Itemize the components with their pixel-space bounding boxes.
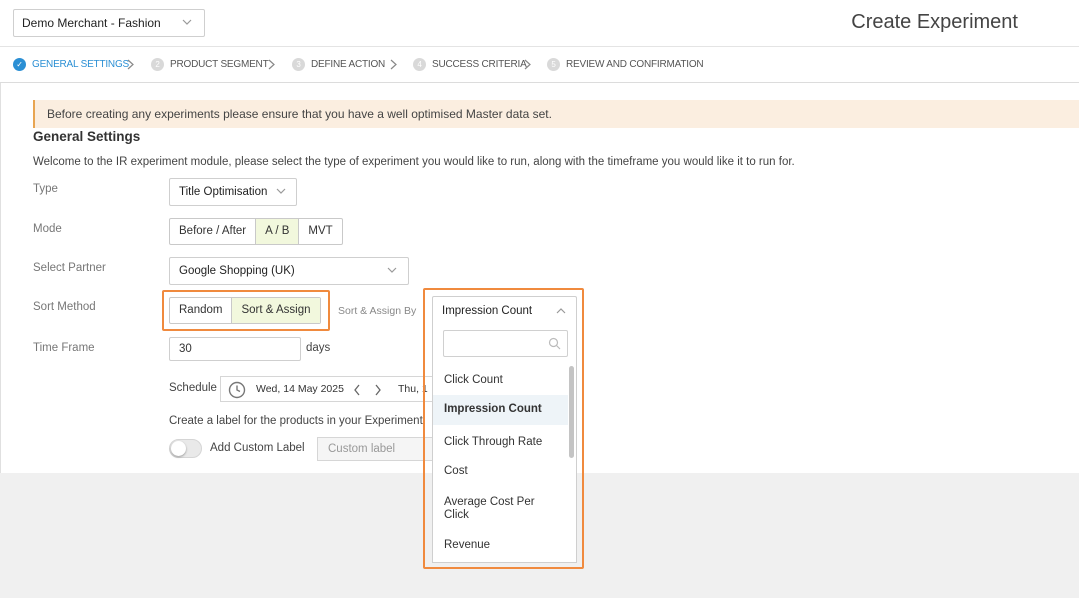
sort-random-button[interactable]: Random (170, 298, 233, 323)
dropdown-option-click-through-rate[interactable]: Click Through Rate (433, 436, 568, 449)
custom-label-toggle-label: Add Custom Label (210, 442, 305, 454)
time-frame-label: Time Frame (33, 342, 95, 354)
time-frame-input[interactable]: 30 (169, 337, 301, 361)
clock-icon (228, 381, 246, 399)
step-define-action[interactable]: 3 DEFINE ACTION (292, 58, 385, 71)
chevron-down-icon (276, 188, 286, 194)
type-select-value: Title Optimisation (179, 186, 268, 198)
partner-label: Select Partner (33, 262, 106, 274)
chevron-down-icon (387, 267, 397, 273)
step-label: PRODUCT SEGMENT (170, 59, 269, 70)
dropdown-scrollbar[interactable] (569, 366, 574, 458)
chevron-right-icon (127, 59, 134, 70)
search-icon (548, 337, 561, 350)
dropdown-search-input[interactable] (443, 330, 568, 357)
mode-mvt-button[interactable]: MVT (299, 219, 341, 244)
mode-label: Mode (33, 223, 62, 235)
section-title: General Settings (33, 129, 141, 144)
time-frame-unit: days (306, 342, 331, 354)
check-icon: ✓ (13, 58, 26, 71)
step-number: 2 (151, 58, 164, 71)
type-label: Type (33, 183, 58, 195)
custom-label-input[interactable]: Custom label (317, 437, 437, 461)
schedule-label: Schedule (169, 382, 217, 394)
custom-label-toggle[interactable] (169, 439, 202, 458)
notice-banner: Before creating any experiments please e… (33, 100, 1079, 128)
sort-method-button-group: Random Sort & Assign (169, 297, 321, 324)
step-general-settings[interactable]: ✓ GENERAL SETTINGS (13, 58, 129, 71)
step-label: GENERAL SETTINGS (32, 59, 130, 70)
mode-button-group: Before / After A / B MVT (169, 218, 343, 245)
step-review-confirmation[interactable]: 5 REVIEW AND CONFIRMATION (547, 58, 704, 71)
dropdown-option-revenue[interactable]: Revenue (433, 539, 568, 552)
top-bar: Demo Merchant - Fashion Create Experimen… (0, 0, 1079, 47)
chevron-right-icon (524, 59, 531, 70)
sort-assign-by-dropdown: Click Count Impression Count Click Throu… (432, 324, 577, 563)
merchant-select[interactable]: Demo Merchant - Fashion (13, 9, 205, 37)
section-intro: Welcome to the IR experiment module, ple… (33, 156, 795, 168)
page-title: Create Experiment (851, 11, 1018, 33)
step-label: SUCCESS CRITERIA (432, 59, 527, 70)
step-success-criteria[interactable]: 4 SUCCESS CRITERIA (413, 58, 527, 71)
custom-label-intro: Create a label for the products in your … (169, 415, 426, 427)
chevron-down-icon (182, 19, 192, 25)
sort-and-assign-button[interactable]: Sort & Assign (232, 298, 320, 323)
mode-ab-button[interactable]: A / B (256, 219, 300, 244)
dropdown-option-impression-count[interactable]: Impression Count (433, 395, 568, 425)
mode-before-after-button[interactable]: Before / After (170, 219, 257, 244)
dropdown-option-average-cost-per-click[interactable]: Average Cost Per Click (433, 496, 543, 522)
step-number: 5 (547, 58, 560, 71)
step-number: 3 (292, 58, 305, 71)
step-label: DEFINE ACTION (311, 59, 386, 70)
dropdown-option-click-count[interactable]: Click Count (433, 374, 568, 387)
toggle-knob (171, 441, 186, 456)
partner-select[interactable]: Google Shopping (UK) (169, 257, 409, 285)
dropdown-option-cost[interactable]: Cost (433, 465, 568, 478)
schedule-date-range[interactable]: Wed, 14 May 2025 Thu, 1 (220, 376, 432, 402)
partner-select-value: Google Shopping (UK) (179, 265, 295, 277)
sort-assign-by-select[interactable]: Impression Count (432, 296, 577, 324)
chevron-right-icon[interactable] (374, 384, 382, 396)
sort-assign-by-label: Sort & Assign By (338, 305, 417, 317)
merchant-select-value: Demo Merchant - Fashion (22, 16, 161, 30)
chevron-up-icon (556, 308, 566, 314)
sort-method-label: Sort Method (33, 301, 96, 313)
wizard-steps: ✓ GENERAL SETTINGS 2 PRODUCT SEGMENT 3 D… (0, 47, 1079, 83)
chevron-left-icon[interactable] (353, 384, 361, 396)
step-label: REVIEW AND CONFIRMATION (566, 59, 704, 70)
schedule-start-date: Wed, 14 May 2025 (256, 383, 344, 395)
type-select[interactable]: Title Optimisation (169, 178, 297, 206)
step-product-segment[interactable]: 2 PRODUCT SEGMENT (151, 58, 269, 71)
chevron-right-icon (268, 59, 275, 70)
chevron-right-icon (390, 59, 397, 70)
sort-assign-by-value: Impression Count (442, 305, 533, 317)
step-number: 4 (413, 58, 426, 71)
